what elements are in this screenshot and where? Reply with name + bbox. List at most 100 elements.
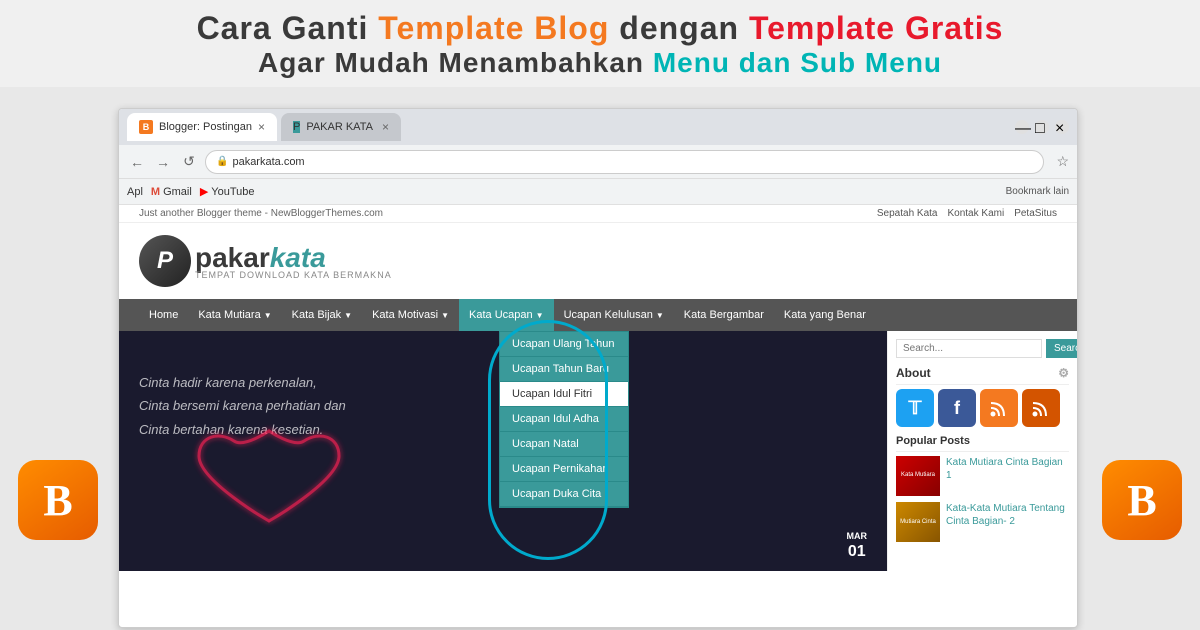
tab-active[interactable]: B Blogger: Postingan ×: [127, 113, 277, 141]
tab1-close[interactable]: ×: [258, 120, 265, 134]
close-button[interactable]: ×: [1055, 120, 1069, 134]
gear-icon[interactable]: ⚙: [1058, 366, 1069, 380]
blog-sidebar: Search About ⚙ 𝕋 f Pop: [887, 331, 1077, 571]
nav-kata-ucapan[interactable]: Kata Ucapan ▼: [459, 299, 554, 331]
dropdown-idul-fitri[interactable]: Ucapan Idul Fitri: [500, 382, 628, 407]
bookmark-youtube[interactable]: ▶ YouTube: [200, 185, 255, 198]
sidebar-about-title: About ⚙: [896, 366, 1069, 385]
dropdown-tahun-baru[interactable]: Ucapan Tahun Baru: [500, 357, 628, 382]
dropdown-idul-adha[interactable]: Ucapan Idul Adha: [500, 407, 628, 432]
heart-graphic: [179, 421, 359, 541]
chevron-down-icon: ▼: [264, 311, 272, 320]
rss-icon-1[interactable]: [980, 389, 1018, 427]
thumb-text-1: Kata Mutiara: [896, 456, 940, 496]
reload-button[interactable]: ↺: [179, 152, 199, 172]
logo-circle: [139, 235, 191, 287]
maximize-button[interactable]: □: [1035, 120, 1049, 134]
nav-kata-bijak[interactable]: Kata Bijak ▼: [282, 299, 362, 331]
topbar-link-1[interactable]: Sepatah Kata: [877, 208, 938, 219]
title-line1: Cara Ganti Template Blog dengan Template…: [0, 10, 1200, 47]
search-box: Search: [896, 339, 1069, 358]
bookmark-right: Bookmark lain: [1006, 186, 1069, 197]
back-button[interactable]: ←: [127, 152, 147, 172]
nav-ucapan-kelulusan[interactable]: Ucapan Kelulusan ▼: [554, 299, 674, 331]
title-area: Cara Ganti Template Blog dengan Template…: [0, 0, 1200, 87]
chrome-titlebar: B Blogger: Postingan × P PAKAR KATA × — …: [119, 109, 1077, 145]
search-button[interactable]: Search: [1046, 339, 1077, 358]
bookmark-apl[interactable]: Apl: [127, 186, 143, 198]
logo-pakar: pakar: [195, 242, 270, 273]
topbar-link-2[interactable]: Kontak Kami: [947, 208, 1004, 219]
twitter-icon[interactable]: 𝕋: [896, 389, 934, 427]
post-thumb-1: Kata Mutiara: [896, 456, 940, 496]
pakar-tab-icon: P: [293, 121, 300, 133]
dropdown-pernikahan[interactable]: Ucapan Pernikahan: [500, 457, 628, 482]
dropdown-menu: Ucapan Ulang Tahun Ucapan Tahun Baru Uca…: [499, 331, 629, 508]
blog-topbar: Just another Blogger theme - NewBloggerT…: [119, 205, 1077, 223]
nav-kata-benar[interactable]: Kata yang Benar: [774, 299, 876, 331]
facebook-icon[interactable]: f: [938, 389, 976, 427]
post-title-2: Kata-Kata Mutiara Tentang Cinta Bagian- …: [946, 502, 1069, 528]
nav-kata-motivasi[interactable]: Kata Motivasi ▼: [362, 299, 459, 331]
bookmark-gmail[interactable]: M Gmail: [151, 186, 192, 198]
forward-button[interactable]: →: [153, 152, 173, 172]
nav-kata-mutiara[interactable]: Kata Mutiara ▼: [188, 299, 281, 331]
tab-inactive[interactable]: P PAKAR KATA ×: [281, 113, 401, 141]
address-bar[interactable]: 🔒 pakarkata.com: [205, 150, 1044, 174]
chevron-down-icon2: ▼: [344, 311, 352, 320]
blogger-b-left: B: [43, 475, 72, 526]
dropdown-natal[interactable]: Ucapan Natal: [500, 432, 628, 457]
mar-badge: MAR 01: [847, 531, 868, 561]
post-title-1: Kata Mutiara Cinta Bagian 1: [946, 456, 1069, 482]
logo-text-area: pakarkata TEMPAT DOWNLOAD KATA BERMAKNA: [195, 242, 392, 280]
blog-nav: Home Kata Mutiara ▼ Kata Bijak ▼ Kata Mo…: [119, 299, 1077, 331]
title-line2: Agar Mudah Menambahkan Menu dan Sub Menu: [0, 47, 1200, 79]
chrome-addressbar: ← → ↺ 🔒 pakarkata.com ☆: [119, 145, 1077, 179]
tab2-close[interactable]: ×: [382, 120, 389, 134]
chevron-down-icon3: ▼: [441, 311, 449, 320]
blogger-logo-right: B: [1102, 460, 1182, 540]
nav-kata-bergambar[interactable]: Kata Bergambar: [674, 299, 774, 331]
logo-kata: kata: [270, 242, 326, 273]
lock-icon: 🔒: [216, 156, 228, 167]
popular-post-1[interactable]: Kata Mutiara Kata Mutiara Cinta Bagian 1: [896, 456, 1069, 496]
rss-icon-2[interactable]: [1022, 389, 1060, 427]
title-line2-part1: Agar Mudah Menambahkan: [258, 47, 653, 78]
bookmark-right-label: Bookmark lain: [1006, 186, 1069, 197]
chevron-down-icon5: ▼: [656, 311, 664, 320]
post-thumb-2: Mutiara Cinta: [896, 502, 940, 542]
blog-logo: pakarkata TEMPAT DOWNLOAD KATA BERMAKNA: [139, 235, 392, 287]
topbar-link-3[interactable]: PetaSitus: [1014, 208, 1057, 219]
chevron-down-icon4: ▼: [536, 311, 544, 320]
bookmark-bar: Apl M Gmail ▶ YouTube Bookmark lain: [119, 179, 1077, 205]
blogger-tab-icon: B: [139, 120, 153, 134]
logo-subtitle: TEMPAT DOWNLOAD KATA BERMAKNA: [195, 270, 392, 280]
gmail-icon: M: [151, 186, 160, 198]
browser-frame: B Blogger: Postingan × P PAKAR KATA × — …: [118, 108, 1078, 628]
post-line2: Cinta bersemi karena perhatian dan: [139, 394, 346, 417]
title-teal: Menu dan Sub Menu: [653, 47, 942, 78]
tab1-label: Blogger: Postingan: [159, 121, 252, 133]
youtube-icon: ▶: [200, 185, 208, 198]
popular-posts-title: Popular Posts: [896, 435, 1069, 452]
popular-post-2[interactable]: Mutiara Cinta Kata-Kata Mutiara Tentang …: [896, 502, 1069, 542]
mar-month: MAR: [847, 531, 868, 542]
thumb-text-2: Mutiara Cinta: [896, 502, 940, 542]
title-part1: Cara Ganti: [197, 10, 379, 46]
url-text: pakarkata.com: [232, 156, 304, 168]
topbar-text: Just another Blogger theme - NewBloggerT…: [139, 208, 383, 219]
nav-home[interactable]: Home: [139, 299, 188, 331]
title-red: Template Gratis: [749, 10, 1003, 46]
star-icon[interactable]: ☆: [1056, 153, 1069, 170]
dropdown-ulang-tahun[interactable]: Ucapan Ulang Tahun: [500, 332, 628, 357]
blog-header: pakarkata TEMPAT DOWNLOAD KATA BERMAKNA: [119, 223, 1077, 299]
website-content: Just another Blogger theme - NewBloggerT…: [119, 205, 1077, 625]
search-input[interactable]: [896, 339, 1042, 358]
title-orange: Template Blog: [378, 10, 609, 46]
tab2-label: PAKAR KATA: [306, 121, 373, 133]
minimize-button[interactable]: —: [1015, 120, 1029, 134]
post-line1: Cinta hadir karena perkenalan,: [139, 371, 346, 394]
dropdown-duka-cita[interactable]: Ucapan Duka Cita: [500, 482, 628, 507]
title-part2: dengan: [609, 10, 749, 46]
blogger-b-right: B: [1127, 475, 1156, 526]
